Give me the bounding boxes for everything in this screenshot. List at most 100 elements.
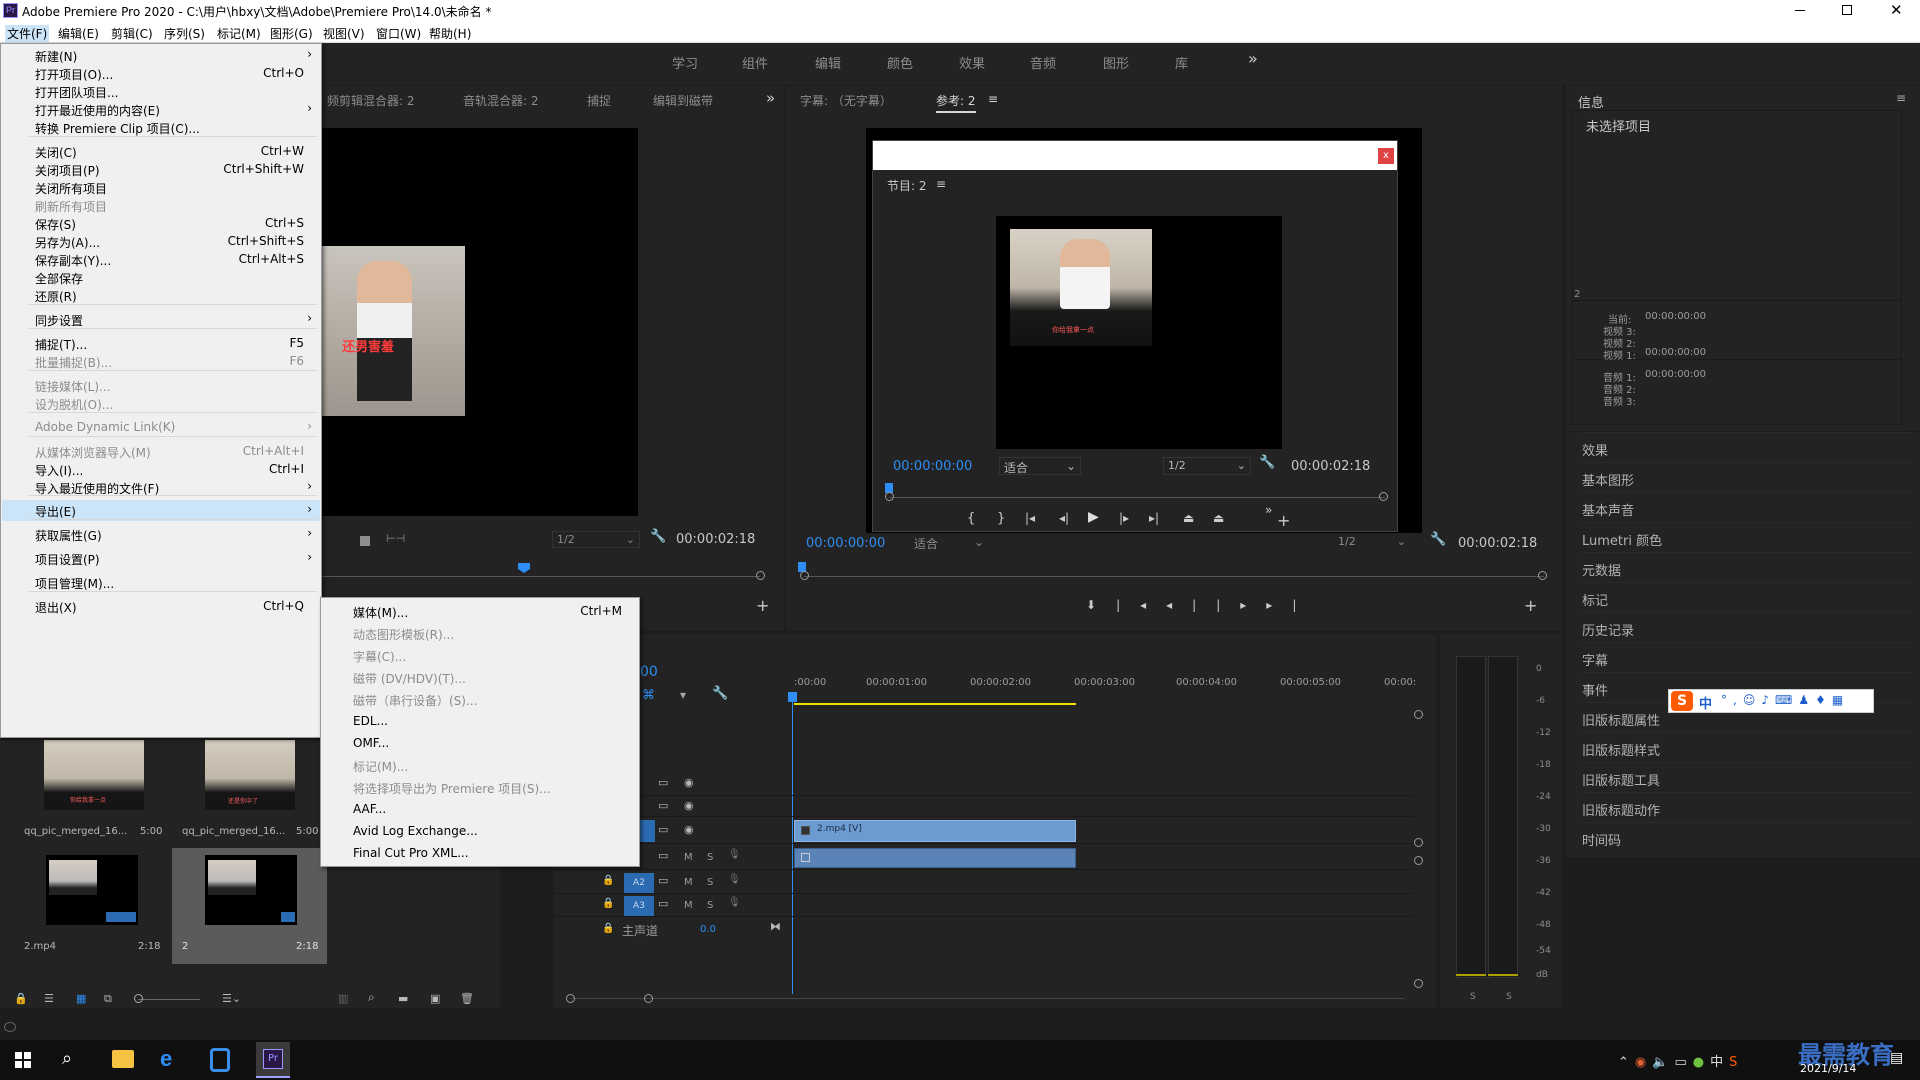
sync-lock-icon[interactable]: ▭ (658, 897, 668, 910)
tab-reference[interactable]: 参考: 2 (936, 92, 976, 113)
bin-item-3[interactable] (46, 855, 138, 925)
go-to-in-icon[interactable]: |◂ (1025, 511, 1035, 525)
timeline-timecode[interactable]: 00 (640, 664, 658, 680)
sogou-tray-icon[interactable]: S (1729, 1055, 1743, 1070)
track-a3-target[interactable]: A3 (624, 896, 654, 916)
sync-lock-icon[interactable]: ▭ (658, 849, 668, 862)
sort-icon[interactable]: ☰⌄ (222, 992, 241, 1005)
mark-out-icon[interactable]: } (997, 511, 1005, 526)
menu-clip[interactable]: 剪辑(C) (111, 25, 153, 42)
new-item-icon[interactable]: ▣ (430, 992, 440, 1005)
add-button-icon[interactable]: + (1524, 596, 1537, 615)
solo-button[interactable]: S (707, 900, 713, 911)
play-icon[interactable]: ▶ (1088, 509, 1099, 525)
file-menu-item[interactable]: 同步设置 › (2, 309, 320, 330)
export-frame-icon[interactable] (360, 536, 370, 546)
zoom-slider[interactable] (138, 999, 200, 1000)
file-menu-item[interactable]: 获取属性(G) › (2, 524, 320, 545)
wrench-icon[interactable]: 🔧 (650, 529, 666, 544)
list-view-icon[interactable]: ☰ (44, 992, 54, 1005)
find-icon[interactable]: ⌕ (368, 990, 375, 1005)
timeline-vscroll-handle-a[interactable] (1414, 856, 1423, 865)
menu-view[interactable]: 视图(V) (323, 25, 365, 42)
track-v1-target[interactable] (639, 820, 655, 842)
export-menu-item[interactable]: AAF... (322, 798, 638, 820)
meter-solo-right[interactable]: S (1506, 992, 1512, 1002)
workspace-learn[interactable]: 学习 (672, 53, 698, 72)
timeline-vscroll-handle-bottom[interactable] (1414, 979, 1423, 988)
edge-browser-icon[interactable]: e (160, 1046, 172, 1072)
scrubber-end-handle[interactable] (1379, 492, 1388, 501)
workspace-effects[interactable]: 效果 (959, 53, 985, 72)
mute-button[interactable]: M (684, 900, 693, 911)
panel-effects[interactable]: 效果 (1582, 432, 1912, 462)
step-forward-icon[interactable]: |▸ (1119, 511, 1129, 525)
project-lock-icon[interactable]: 🔒 (14, 992, 28, 1005)
source-scrubber-end-handle[interactable] (756, 571, 765, 580)
menu-file[interactable]: 文件(F) (5, 25, 50, 42)
export-menu-item[interactable]: Final Cut Pro XML... (322, 842, 638, 864)
reference-resolution-select[interactable]: 1/2 ⌄ (1334, 534, 1410, 552)
file-menu-item[interactable]: 项目管理(M)... (2, 572, 320, 593)
mute-button[interactable]: M (684, 877, 693, 888)
step-back-icon[interactable]: ◂| (1059, 511, 1069, 525)
new-bin-icon[interactable]: ▬ (398, 992, 408, 1005)
go-to-out-icon[interactable]: ▸| (1149, 511, 1159, 525)
add-button-icon[interactable]: + (1277, 511, 1290, 530)
timeline-vscroll-handle-top[interactable] (1414, 710, 1423, 719)
file-explorer-icon[interactable] (112, 1050, 134, 1068)
wrench-icon[interactable]: 🔧 (1259, 455, 1275, 470)
workspace-audio[interactable]: 音频 (1030, 53, 1056, 72)
lock-icon[interactable]: 🔒 (602, 923, 614, 934)
hscroll-handle-left[interactable] (566, 994, 575, 1003)
workspace-more-icon[interactable]: » (1248, 49, 1258, 68)
menu-sequence[interactable]: 序列(S) (164, 25, 205, 42)
panel-captions[interactable]: 字幕 (1582, 642, 1912, 672)
program-monitor-menu-icon[interactable]: ≡ (936, 177, 946, 191)
keyboard-icon[interactable]: ⌨ (1775, 693, 1798, 707)
menu-edit[interactable]: 编辑(E) (58, 25, 99, 42)
playhead-marker[interactable] (788, 692, 797, 702)
sync-lock-icon[interactable]: ▭ (658, 776, 668, 789)
master-track-end-icon[interactable]: ⧓ (770, 920, 781, 933)
tablet-app-icon[interactable] (210, 1048, 230, 1072)
microphone-icon[interactable]: 🎙 (728, 874, 741, 885)
playhead-line[interactable] (792, 694, 793, 994)
program-resolution-select[interactable]: 1/2 ⌄ (1163, 457, 1251, 475)
extract-icon[interactable]: ⏏ (1213, 511, 1224, 525)
marker-tool-icon[interactable]: ▾ (680, 688, 686, 702)
tab-menu-icon[interactable]: ≡ (988, 92, 998, 106)
export-menu-item[interactable]: EDL... (322, 710, 638, 732)
panel-more-icon[interactable]: » (766, 89, 775, 107)
tray-app-icon[interactable]: ◉ (1635, 1055, 1652, 1070)
reference-timecode[interactable]: 00:00:00:00 (806, 536, 885, 551)
master-volume-value[interactable]: 0.0 (700, 924, 716, 935)
panel-metadata[interactable]: 元数据 (1582, 552, 1912, 582)
file-menu-item[interactable]: 退出(X) Ctrl+Q (2, 596, 320, 617)
sogou-logo-icon[interactable]: S (1671, 691, 1693, 711)
bin-item-4[interactable] (205, 855, 297, 925)
go-to-in-icon[interactable]: |◂ (1116, 598, 1166, 612)
button-more-icon[interactable]: » (1265, 503, 1272, 517)
sync-lock-icon[interactable]: ▭ (658, 823, 668, 836)
panel-legacy-title-styles[interactable]: 旧版标题样式 (1582, 732, 1912, 762)
eye-icon[interactable]: ◉ (684, 823, 694, 836)
file-menu-item[interactable]: 还原(R) (2, 285, 320, 306)
panel-legacy-title-actions[interactable]: 旧版标题动作 (1582, 792, 1912, 822)
panel-history[interactable]: 历史记录 (1582, 612, 1912, 642)
windows-start-icon[interactable] (15, 1052, 31, 1068)
speaker-icon[interactable]: 🔈 (1652, 1055, 1674, 1070)
search-icon[interactable]: ⌕ (62, 1048, 72, 1069)
audio-clip-2mp4[interactable] (794, 848, 1076, 868)
marker-icon[interactable]: ⬇ (1086, 598, 1116, 612)
minimize-icon[interactable] (1795, 10, 1805, 11)
notification-icon[interactable]: ▤ (1890, 1050, 1903, 1066)
program-current-timecode[interactable]: 00:00:00:00 (893, 459, 972, 474)
tab-clip-mixer[interactable]: 频剪辑混合器: 2 (327, 92, 415, 109)
sync-lock-icon[interactable]: ▭ (658, 874, 668, 887)
tab-audio-track-mixer[interactable]: 音轨混合器: 2 (463, 92, 539, 109)
panel-timecode[interactable]: 时间码 (1582, 822, 1912, 852)
microphone-icon[interactable]: ♪ (1761, 693, 1775, 707)
source-playhead-marker[interactable] (518, 563, 530, 573)
export-menu-item[interactable]: 媒体(M)... Ctrl+M (322, 600, 638, 622)
